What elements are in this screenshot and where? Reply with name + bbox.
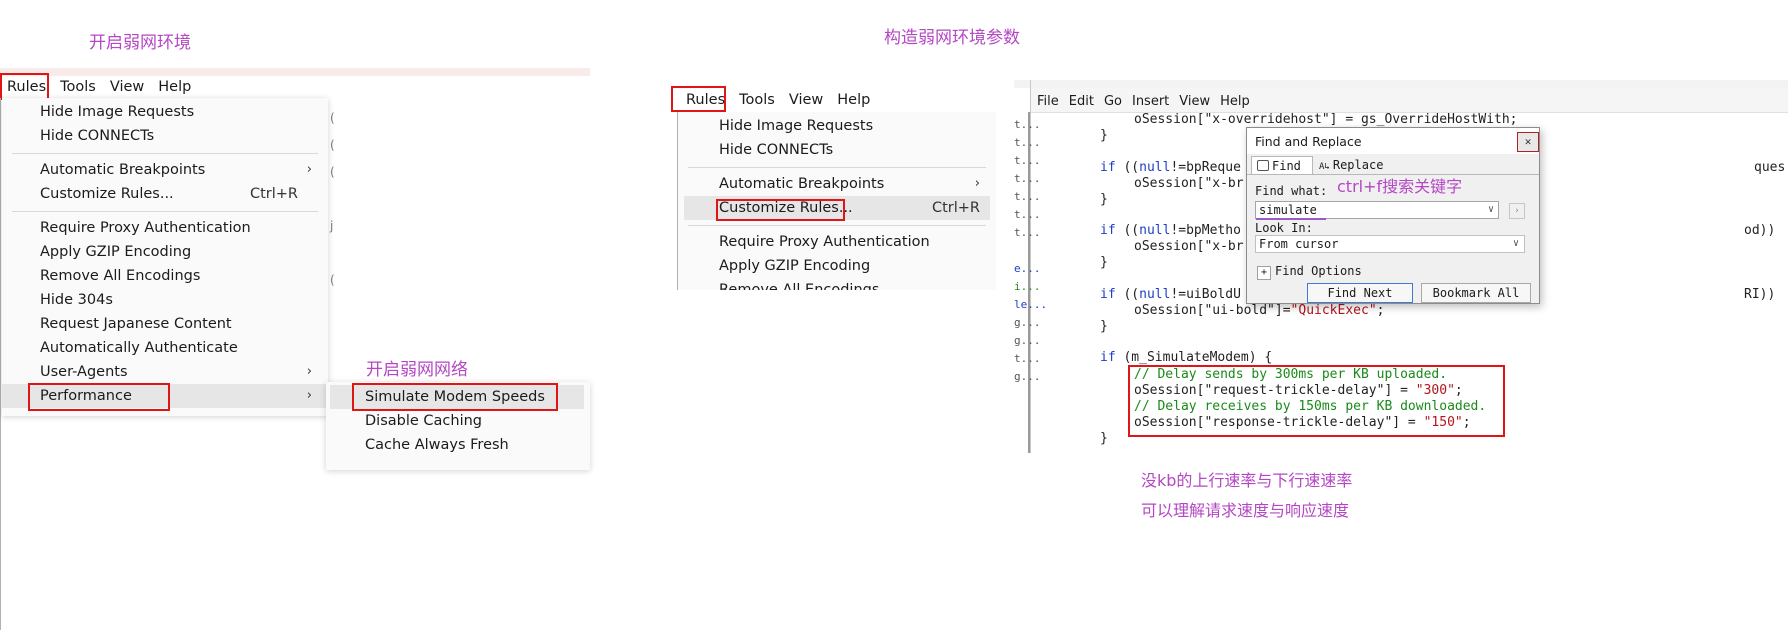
chevron-down-icon: ∨ [1512, 238, 1519, 249]
chevron-right-icon: › [306, 364, 312, 379]
editor-menu-edit[interactable]: Edit [1064, 94, 1099, 109]
find-next-button[interactable]: Find Next [1307, 283, 1413, 303]
tab-replace[interactable]: A↳ Replace [1315, 156, 1393, 174]
find-replace-dialog: Find and Replace ✕ Find A↳ Replace Find w… [1246, 127, 1540, 304]
background-text-fragments: (((j( [330, 111, 335, 287]
code-line: ques [1754, 160, 1786, 175]
editor-top-strip [1014, 80, 1788, 88]
code-line: od)) [1744, 223, 1776, 238]
chevron-down-icon: ∨ [1487, 204, 1494, 215]
code-line: } [1100, 319, 1108, 334]
editor-menu-view[interactable]: View [1174, 94, 1215, 109]
find-options-expander[interactable]: + Find Options [1257, 263, 1362, 280]
close-icon: ✕ [1524, 135, 1532, 148]
menu-item-remove-encodings[interactable]: Remove All Encodings [678, 278, 996, 290]
menu-separator [12, 153, 318, 154]
code-line: if ((null!=uiBoldU [1100, 287, 1241, 302]
menu-item-cache-fresh[interactable]: Cache Always Fresh [326, 433, 590, 457]
menu-item-hide-image-requests[interactable]: Hide Image Requests [2, 100, 328, 124]
rules-dropdown-left: Hide Image Requests Hide CONNECTs Automa… [2, 98, 328, 416]
editor-menu-go[interactable]: Go [1099, 94, 1127, 109]
code-line: } [1100, 255, 1108, 270]
annotation-note-line2: 可以理解请求速度与响应速度 [1141, 501, 1350, 520]
editor-menu-insert[interactable]: Insert [1127, 94, 1174, 109]
menu-item-customize-rules[interactable]: Customize Rules... Ctrl+R [2, 182, 328, 206]
menu-item-disable-caching[interactable]: Disable Caching [326, 409, 590, 433]
menu-separator [688, 167, 986, 168]
editor-menu-file[interactable]: File [1032, 94, 1064, 109]
annotation-right-title: 构造弱网环境参数 [884, 28, 1020, 48]
binoculars-icon [1257, 160, 1269, 171]
annotation-sub-label: 开启弱网网络 [366, 360, 468, 380]
menu-help[interactable]: Help [151, 79, 198, 95]
code-line: if ((null!=bpReque [1100, 160, 1241, 175]
menu-tools[interactable]: Tools [53, 79, 103, 95]
menu-item-automatic-breakpoints[interactable]: Automatic Breakpoints › [2, 158, 328, 182]
find-what-label: Find what: [1255, 184, 1328, 198]
menu-item-hide-connects[interactable]: Hide CONNECTs [678, 138, 996, 162]
code-line: } [1100, 431, 1108, 446]
code-line: oSession["ui-bold"]="QuickExec"; [1134, 303, 1385, 318]
left-top-strip [0, 68, 590, 76]
highlight-performance [28, 383, 170, 411]
menu-item-automatic-breakpoints[interactable]: Automatic Breakpoints › [678, 172, 996, 196]
dialog-title: Find and Replace [1255, 134, 1362, 149]
chevron-right-icon: › [306, 388, 312, 403]
menu-help[interactable]: Help [830, 92, 877, 108]
look-in-label: Look In: [1255, 221, 1313, 235]
editor-menubar: File Edit Go Insert View Help [1032, 91, 1255, 111]
session-list-fragments: t... t... t... t... t... t... t... e... … [1014, 118, 1048, 383]
menu-item-hide-image-requests[interactable]: Hide Image Requests [678, 114, 996, 138]
close-button[interactable]: ✕ [1517, 132, 1539, 152]
highlight-rules-middle [671, 86, 726, 112]
chevron-right-icon: › [974, 176, 980, 191]
replace-icon: A↳ [1319, 162, 1330, 172]
menu-item-apply-gzip[interactable]: Apply GZIP Encoding [2, 240, 328, 264]
plus-icon: + [1257, 266, 1271, 280]
menu-item-require-proxy-auth[interactable]: Require Proxy Authentication [2, 216, 328, 240]
menu-item-apply-gzip[interactable]: Apply GZIP Encoding [678, 254, 996, 278]
find-extra-button[interactable]: › [1509, 203, 1525, 219]
bookmark-all-button[interactable]: Bookmark All [1421, 283, 1531, 303]
code-line: oSession["x-overridehost"] = gs_Override… [1134, 112, 1518, 127]
editor-menu-help[interactable]: Help [1215, 94, 1255, 109]
menu-item-require-proxy-auth[interactable]: Require Proxy Authentication [678, 230, 996, 254]
code-line: if ((null!=bpMetho [1100, 223, 1241, 238]
highlight-rules-left [0, 73, 49, 100]
menu-item-request-japanese[interactable]: Request Japanese Content [2, 312, 328, 336]
menu-item-remove-encodings[interactable]: Remove All Encodings [2, 264, 328, 288]
find-what-input[interactable]: simulate ∨ [1255, 201, 1499, 219]
highlight-customize-rules [716, 199, 845, 221]
menu-item-hide-connects[interactable]: Hide CONNECTs [2, 124, 328, 148]
code-line: oSession["x-br [1134, 176, 1244, 191]
annotation-note-line1: 没kb的上行速率与下行速速率 [1141, 471, 1353, 490]
annotation-search-tip: ctrl+f搜索关键字 [1337, 177, 1463, 196]
menu-item-hide-304s[interactable]: Hide 304s [2, 288, 328, 312]
menu-view[interactable]: View [103, 79, 151, 95]
menu-item-auto-authenticate[interactable]: Automatically Authenticate [2, 336, 328, 360]
code-line: if (m_SimulateModem) { [1100, 350, 1273, 365]
code-line: } [1100, 192, 1108, 207]
menu-tools[interactable]: Tools [732, 92, 782, 108]
menu-separator [12, 211, 318, 212]
code-line: RI)) [1744, 287, 1776, 302]
highlight-simulate-modem [352, 383, 558, 411]
find-value-underline [1256, 218, 1326, 220]
annotation-left-title: 开启弱网环境 [89, 33, 191, 53]
code-line: oSession["x-br [1134, 239, 1244, 254]
menu-view[interactable]: View [782, 92, 830, 108]
highlight-simulate-modem-code [1128, 365, 1505, 437]
menu-item-user-agents[interactable]: User-Agents › [2, 360, 328, 384]
code-line: } [1100, 128, 1108, 143]
tab-find[interactable]: Find [1251, 156, 1313, 175]
look-in-select[interactable]: From cursor ∨ [1255, 235, 1525, 253]
left-border-line [0, 98, 1, 630]
menu-separator [688, 225, 986, 226]
chevron-right-icon: › [306, 162, 312, 177]
